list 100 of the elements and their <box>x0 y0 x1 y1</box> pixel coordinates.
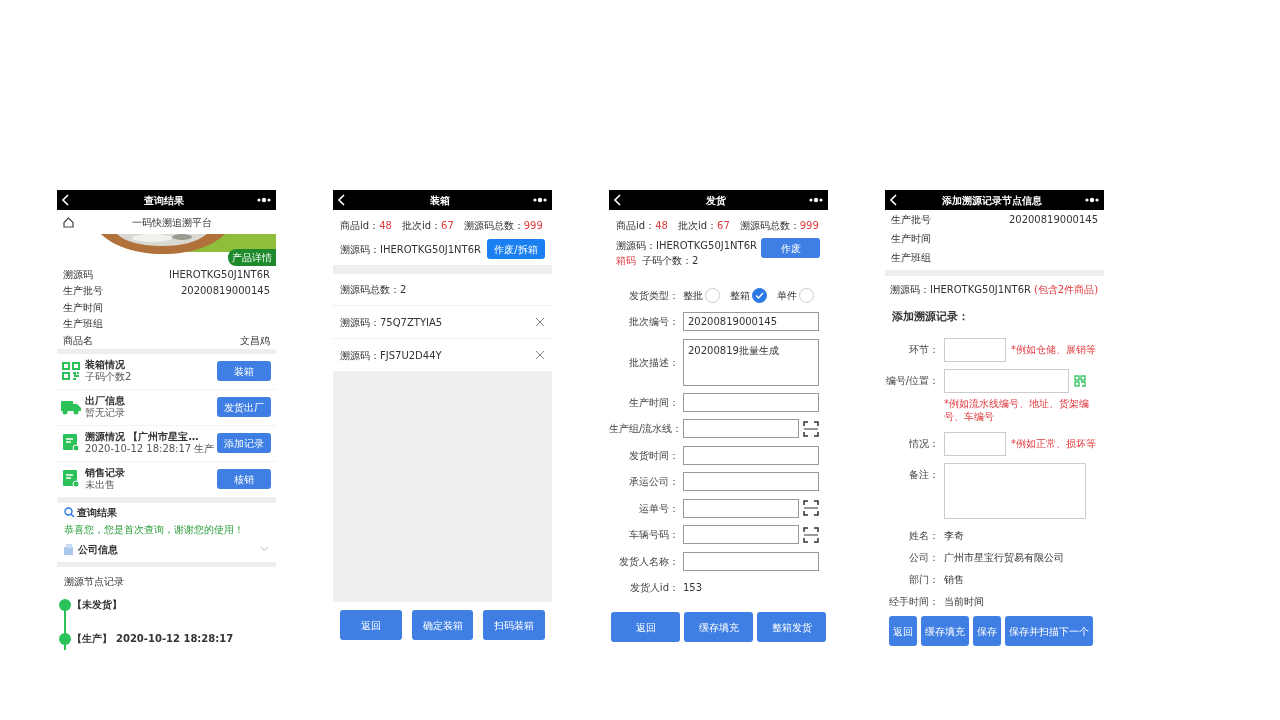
screen-title: 添加溯源记录节点信息 <box>941 193 1042 208</box>
input-field[interactable] <box>683 472 819 492</box>
input-field[interactable] <box>683 551 819 571</box>
back-icon[interactable] <box>890 194 898 206</box>
timeline-time: 2020-10-12 18:28:17 <box>116 632 234 646</box>
timeline-title: 溯源节点记录 <box>63 574 125 589</box>
hint-text: *例如仓储、展销等 <box>1011 343 1096 358</box>
scan-icon[interactable] <box>803 526 819 543</box>
scan-icon[interactable] <box>803 420 819 437</box>
building-icon <box>64 543 74 555</box>
action-button[interactable]: 装箱 <box>217 361 271 381</box>
field-label: 发货人id： <box>628 581 679 596</box>
text-area[interactable]: 20200819批量生成 <box>683 338 819 386</box>
input-field[interactable] <box>683 445 819 465</box>
action-button[interactable]: 保存 <box>973 616 1001 646</box>
action-button[interactable]: 返回 <box>340 610 402 640</box>
field-label: 发货人名称： <box>618 554 679 569</box>
back-icon[interactable] <box>62 194 70 206</box>
stat-value: 999 <box>523 220 543 231</box>
field-label: 车辆号码： <box>628 528 679 543</box>
field-value: 153 <box>683 581 703 596</box>
code-text: 溯源码：IHEROTKG50J1NT6R <box>340 242 481 257</box>
stat-label: 批次id： <box>677 220 717 231</box>
radio-label: 整箱 <box>730 288 750 303</box>
home-icon[interactable] <box>63 216 74 228</box>
stat-label: 商品id： <box>340 220 380 231</box>
input-field[interactable] <box>683 419 799 439</box>
info-label: 生产时间 <box>891 231 931 246</box>
stat-label: 溯源码总数： <box>739 220 800 231</box>
screen-title: 发货 <box>705 193 726 208</box>
app-title: 一码快溯追溯平台 <box>131 215 213 230</box>
hint-text: *例如正常、损坏等 <box>1011 437 1096 452</box>
more-icon[interactable] <box>809 197 823 203</box>
more-icon[interactable] <box>1085 197 1099 203</box>
timeline-tag: 【未发货】 <box>72 597 122 612</box>
detail-badge[interactable]: 产品详情 <box>228 249 276 266</box>
box-tag: 箱码 <box>616 253 636 268</box>
action-button[interactable]: 添加记录 <box>217 433 271 453</box>
back-icon[interactable] <box>338 194 346 206</box>
timeline-dot <box>59 598 71 611</box>
stat-label: 商品id： <box>616 220 656 231</box>
document-icon <box>63 434 79 452</box>
back-icon[interactable] <box>614 194 622 206</box>
qr-code-icon[interactable] <box>1074 374 1086 387</box>
info-label: 商品名 <box>63 333 93 348</box>
document-icon <box>63 470 79 488</box>
field-label: 发货时间： <box>628 448 679 463</box>
section-subtitle: 未出售 <box>85 479 116 492</box>
section-title: 出厂信息 <box>85 394 126 408</box>
field-value: 李奇 <box>944 529 964 544</box>
field-value: 当前时间 <box>944 594 984 609</box>
info-value: 20200819000145 <box>1008 212 1098 227</box>
scan-icon[interactable] <box>803 500 819 517</box>
info-value: 20200819000145 <box>180 284 270 299</box>
info-label: 生产批号 <box>63 284 103 299</box>
section-subtitle: 2020-10-12 18:28:17 生产 <box>85 443 213 456</box>
input-field[interactable] <box>944 431 1006 456</box>
screen-title: 装箱 <box>429 193 450 208</box>
action-button[interactable]: 核销 <box>217 469 271 489</box>
field-label: 批次描述： <box>628 355 679 370</box>
truck-icon <box>61 399 81 415</box>
chevron-down-icon[interactable] <box>260 546 269 552</box>
code-item: 溯源码：FJS7U2D44Y <box>340 348 442 363</box>
action-button[interactable]: 作废/拆箱 <box>487 239 545 259</box>
radio-button[interactable] <box>752 287 767 303</box>
action-button[interactable]: 缓存填充 <box>921 616 969 646</box>
info-value: IHEROTKG50J1NT6R <box>169 267 270 282</box>
action-button[interactable]: 保存并扫描下一个 <box>1005 616 1093 646</box>
stat-value: 67 <box>441 220 454 231</box>
action-button[interactable]: 返回 <box>889 616 917 646</box>
input-field[interactable] <box>683 498 799 518</box>
action-button[interactable]: 扫码装箱 <box>483 610 545 640</box>
close-icon[interactable] <box>535 317 545 327</box>
input-field[interactable] <box>944 368 1069 393</box>
hint-text: *例如流水线编号、地址、货架编号、车编号 <box>943 397 1090 425</box>
field-label: 情况： <box>908 437 939 452</box>
action-button[interactable]: 整箱发货 <box>757 612 826 642</box>
close-icon[interactable] <box>535 350 545 360</box>
input-field[interactable] <box>944 337 1006 362</box>
input-field[interactable] <box>683 525 799 545</box>
action-button[interactable]: 返回 <box>611 612 680 642</box>
action-button[interactable]: 确定装箱 <box>411 610 474 640</box>
section-subtitle: 暂无记录 <box>85 407 126 420</box>
info-label: 生产班组 <box>891 250 931 265</box>
field-label: 姓名： <box>908 529 939 544</box>
input-field[interactable]: 20200819000145 <box>683 312 819 332</box>
field-label: 备注： <box>908 468 939 483</box>
more-icon[interactable] <box>533 197 547 203</box>
section-title: 销售记录 <box>85 466 126 479</box>
action-button[interactable]: 缓存填充 <box>684 612 753 642</box>
field-label: 公司： <box>908 550 939 565</box>
qr-code-icon <box>62 362 80 380</box>
field-label: 生产组/流水线： <box>609 422 679 437</box>
action-button[interactable]: 作废 <box>761 238 820 258</box>
info-value: 文昌鸡 <box>240 333 270 348</box>
action-button[interactable]: 发货出厂 <box>217 397 271 417</box>
input-field[interactable] <box>683 392 819 412</box>
info-label: 生产批号 <box>891 212 931 227</box>
more-icon[interactable] <box>257 197 271 203</box>
check-icon <box>755 291 764 299</box>
